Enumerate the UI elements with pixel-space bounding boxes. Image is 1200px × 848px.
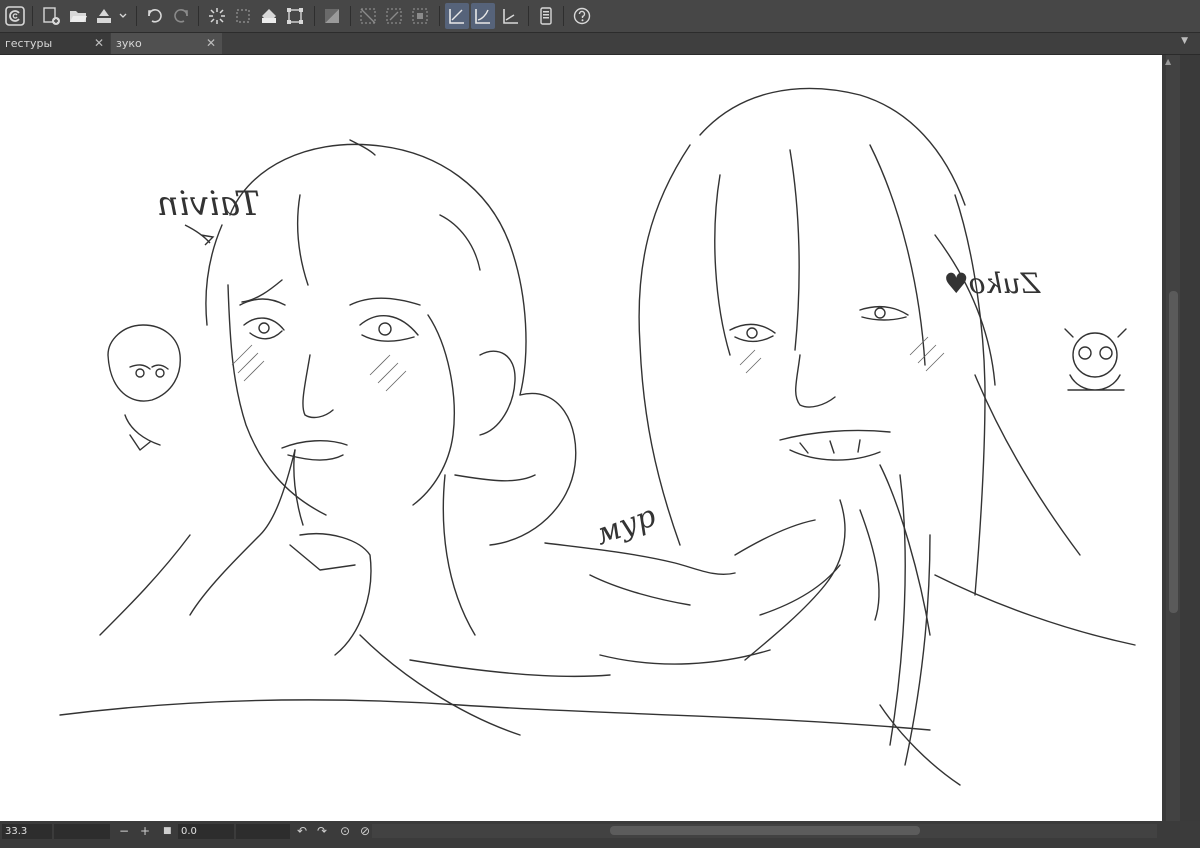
open-folder-icon[interactable] [66, 3, 90, 29]
scroll-thumb[interactable] [1169, 291, 1178, 613]
save-icon[interactable] [92, 3, 116, 29]
loading-icon[interactable] [205, 3, 229, 29]
zoom-in-button[interactable]: + [140, 823, 150, 839]
zoom-out-button[interactable]: − [119, 823, 129, 839]
transform-icon[interactable] [283, 3, 307, 29]
ruler-toggle-icon[interactable] [499, 3, 523, 29]
rotation-slider[interactable] [236, 824, 290, 839]
undo-icon[interactable] [143, 3, 167, 29]
rotate-left-icon[interactable]: ↶ [297, 823, 307, 839]
layer-color-icon[interactable] [320, 3, 344, 29]
close-icon[interactable]: ✕ [206, 33, 216, 54]
selection-icon[interactable] [231, 3, 255, 29]
new-file-icon[interactable] [40, 3, 64, 29]
reset-rotation-icon[interactable]: ⊙ [340, 823, 350, 839]
purr-label: мур [591, 499, 661, 553]
rotate-right-icon[interactable]: ↷ [317, 823, 327, 839]
flip-icon[interactable]: ⊘ [360, 823, 370, 839]
tab-gestures[interactable]: гестуры ✕ [0, 33, 110, 54]
clear-selection-icon[interactable] [356, 3, 380, 29]
ruler-edit-icon[interactable] [471, 3, 495, 29]
redo-icon[interactable] [169, 3, 193, 29]
stop-icon[interactable]: ■ [163, 823, 172, 839]
stop-selection-icon[interactable] [408, 3, 432, 29]
right-name-label: Zuko♥ [944, 267, 1041, 300]
tab-label: гестуры [5, 37, 53, 50]
close-icon[interactable]: ✕ [94, 33, 104, 54]
help-icon[interactable] [570, 3, 594, 29]
tab-zuko[interactable]: зуко ✕ [111, 33, 222, 54]
ruler-snap-icon[interactable] [445, 3, 469, 29]
zoom-slider[interactable] [54, 824, 110, 839]
tab-bar: гестуры ✕ зуко ✕ ▼ [0, 33, 1200, 55]
fill-icon[interactable] [257, 3, 281, 29]
dropdown-icon[interactable] [115, 3, 131, 29]
left-name-label: Taivin [157, 184, 260, 224]
rotation-input[interactable]: 0.0 [178, 824, 234, 839]
status-bar: 33.3 − + ■ 0.0 ↶ ↷ ⊙ ⊘ [0, 821, 1200, 848]
tab-label: зуко [116, 37, 142, 50]
clip-studio-icon[interactable] [3, 3, 27, 29]
main-toolbar [0, 0, 1200, 33]
sketch-artwork: Taivin Zuko♥ мур [59, 87, 1136, 786]
drawing-canvas[interactable]: Taivin Zuko♥ мур [0, 55, 1162, 821]
device-icon[interactable] [534, 3, 558, 29]
chevron-down-icon[interactable]: ▼ [1181, 36, 1188, 46]
vertical-scrollbar[interactable]: ▲ [1162, 55, 1200, 821]
invert-selection-icon[interactable] [382, 3, 406, 29]
chevron-up-icon[interactable]: ▲ [1165, 57, 1171, 66]
zoom-input[interactable]: 33.3 [2, 824, 52, 839]
horizontal-scroll-thumb[interactable] [610, 826, 920, 835]
